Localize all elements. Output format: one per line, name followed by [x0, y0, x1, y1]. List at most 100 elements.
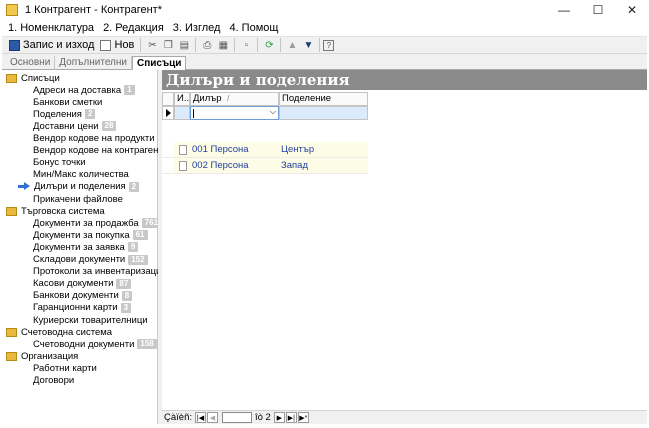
toolbar: Запис и изход Нов ✂ ❐ ▤ ⎙ ▦ ▫ ⟳ ▲ ▼ ?	[2, 36, 647, 54]
tree-item-label: Протоколи за инвентаризация	[33, 266, 167, 278]
selected-arrow-icon	[18, 182, 30, 191]
filter-cell-icon[interactable]	[174, 106, 190, 120]
division-cell[interactable]: Център	[279, 142, 368, 158]
move-down-icon[interactable]: ▼	[300, 37, 316, 53]
tree-item-label: Банкови документи	[33, 290, 119, 302]
tree-group[interactable]: Счетоводна система	[6, 326, 112, 338]
previous-record-button[interactable]: ◀	[207, 412, 218, 423]
tree-item[interactable]: Мин/Макс количества	[33, 169, 129, 181]
tree-item[interactable]: Документи за покупка 61	[33, 229, 148, 241]
tree-item[interactable]: Касови документи 87	[33, 278, 132, 290]
column-header-dealer[interactable]: Дилър /	[190, 92, 279, 106]
tree-group[interactable]: Търговска система	[6, 205, 105, 217]
menu-item-view[interactable]: 3. Изглед	[173, 22, 221, 34]
tab-additional[interactable]: Допълнителни	[55, 56, 132, 70]
tree-item[interactable]: Бонус точки	[33, 157, 86, 169]
table-row[interactable]: 001 Персона Център	[162, 142, 368, 158]
tree-item-label: Документи за продажба	[33, 217, 139, 229]
menu-item-nomenclature[interactable]: 1. Номенклатура	[8, 22, 94, 34]
division-cell[interactable]: Запад	[279, 158, 368, 174]
save-exit-button[interactable]: Запис и изход	[6, 37, 97, 53]
paste-icon[interactable]: ▤	[176, 37, 192, 53]
tree-item[interactable]: Документи за продажба 761	[33, 217, 162, 229]
tree-item[interactable]: Адреси на доставка 1	[33, 84, 135, 96]
tree-item[interactable]: Вендор кодове на продукти1	[33, 133, 168, 145]
count-badge: 152	[128, 254, 148, 265]
tree-group[interactable]: Списъци	[6, 72, 60, 84]
tree-item-label: Банкови сметки	[33, 96, 103, 108]
tree-item[interactable]: Доставни цени 28	[33, 120, 117, 132]
new-record-button[interactable]: ▶*	[297, 412, 309, 423]
count-badge: 158	[137, 339, 157, 350]
record-number-input[interactable]	[222, 412, 252, 423]
tree-item[interactable]: Банкови сметки	[33, 96, 102, 108]
count-badge: 2	[128, 181, 140, 192]
tree-item-label: Куриерски товарителници	[33, 314, 148, 326]
maximize-button[interactable]: ☐	[581, 0, 615, 20]
toolbar-separator	[140, 38, 142, 52]
cut-icon[interactable]: ✂	[144, 37, 160, 53]
count-badge: 61	[132, 230, 148, 241]
tab-lists[interactable]: Списъци	[132, 56, 187, 70]
tree-item[interactable]: Документи за заявка 9	[33, 241, 139, 253]
tree-item-label: Гаранционни карти	[33, 302, 118, 314]
table-row[interactable]: 002 Персона Запад	[162, 158, 368, 174]
tree-item-label: Дилъри и поделения	[34, 181, 126, 193]
help-icon[interactable]: ?	[323, 39, 335, 51]
lock-icon[interactable]: ▫	[238, 37, 254, 53]
chevron-down-icon[interactable]: ⌵	[270, 107, 276, 117]
last-record-button[interactable]: ▶|	[285, 412, 297, 423]
column-header-division[interactable]: Поделение	[279, 92, 368, 106]
tree-item[interactable]: Поделения 2	[33, 108, 96, 120]
division-filter-cell[interactable]	[279, 106, 368, 120]
record-navigator: Çàïèñ: |◀ ◀ îò 2 ▶ ▶| ▶*	[162, 410, 647, 424]
next-record-button[interactable]: ▶	[273, 412, 285, 423]
folder-icon	[6, 73, 17, 83]
menu-item-help[interactable]: 4. Помощ	[229, 22, 278, 34]
new-button[interactable]: Нов	[97, 37, 137, 53]
close-button[interactable]: ✕	[615, 0, 649, 20]
move-up-icon[interactable]: ▲	[284, 37, 300, 53]
print-icon[interactable]: ⎙	[199, 37, 215, 53]
tree-group[interactable]: Организация	[6, 350, 78, 362]
app-icon	[6, 4, 18, 16]
preview-icon[interactable]: ▦	[215, 37, 231, 53]
dealer-cell[interactable]: 002 Персона	[190, 158, 279, 174]
tree-item[interactable]: Протоколи за инвентаризация	[33, 266, 167, 278]
dealer-cell[interactable]: 001 Персона	[190, 142, 279, 158]
dealer-filter-dropdown[interactable]: ⌵	[190, 106, 279, 120]
tree-item[interactable]: Вендор кодове на контрагенти	[33, 145, 168, 157]
row-icon-cell	[174, 158, 190, 174]
tree-group-label: Търговска система	[21, 205, 105, 217]
tree-item[interactable]: Дилъри и поделения 2	[18, 181, 140, 193]
menu-item-edit[interactable]: 2. Редакция	[103, 22, 164, 34]
minimize-button[interactable]: —	[547, 0, 581, 20]
toolbar-separator	[319, 38, 321, 52]
tab-basic[interactable]: Основни	[6, 56, 56, 70]
folder-icon	[6, 327, 17, 337]
row-icon-cell	[174, 142, 190, 158]
folder-icon	[6, 206, 17, 216]
tree-item-label: Счетоводни документи	[33, 338, 135, 350]
tree-item[interactable]: Банкови документи 8	[33, 290, 133, 302]
column-header-icon[interactable]: И...	[174, 92, 192, 106]
menu-bar: 1. Номенклатура 2. Редакция 3. Изглед 4.…	[0, 20, 649, 36]
tree-item-label: Документи за покупка	[33, 229, 130, 241]
tree-item[interactable]: Прикачени файлове	[33, 193, 123, 205]
row-indicator	[162, 158, 174, 174]
current-row-arrow-icon	[166, 109, 171, 117]
refresh-icon[interactable]: ⟳	[261, 37, 277, 53]
copy-icon[interactable]: ❐	[160, 37, 176, 53]
first-record-button[interactable]: |◀	[195, 412, 206, 423]
tree-group-label: Организация	[21, 350, 79, 362]
tree-item[interactable]: Гаранционни карти 3	[33, 302, 132, 314]
count-badge: 8	[121, 290, 133, 301]
tree-item-label: Поделения	[33, 108, 82, 120]
new-label: Нов	[114, 39, 135, 51]
tree-item[interactable]: Работни карти	[33, 362, 97, 374]
tree-item[interactable]: Куриерски товарителници	[33, 314, 148, 326]
tree-item[interactable]: Договори	[33, 375, 74, 387]
tree-item[interactable]: Складови документи 152	[33, 254, 148, 266]
tree-item[interactable]: Счетоводни документи 158	[33, 338, 157, 350]
row-indicator	[162, 142, 174, 158]
